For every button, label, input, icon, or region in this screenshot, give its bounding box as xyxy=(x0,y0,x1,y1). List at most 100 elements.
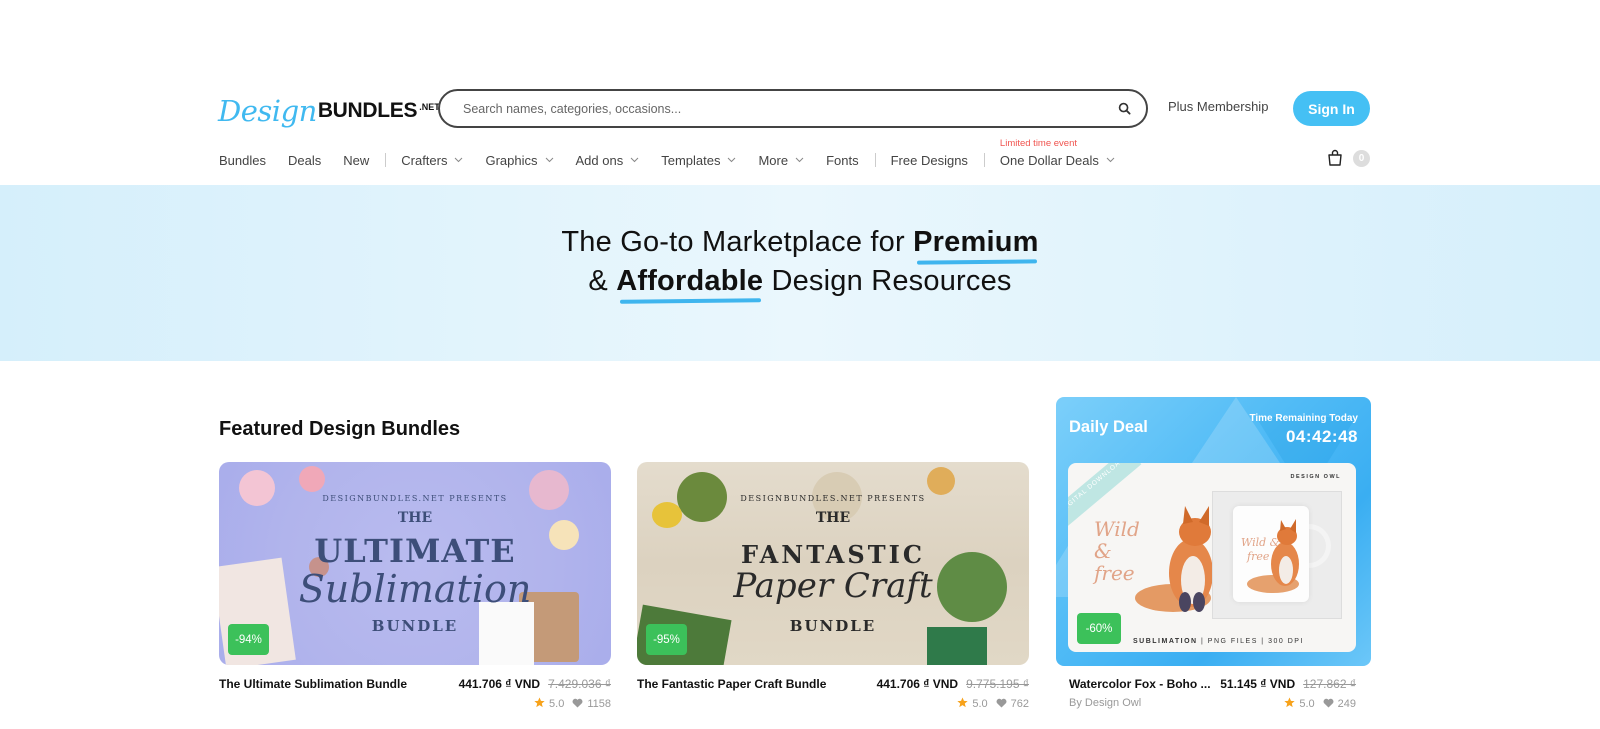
nav-divider xyxy=(983,153,985,167)
star-icon xyxy=(957,697,968,711)
hero-highlight-premium: Premium xyxy=(913,226,1039,258)
discount-badge: -94% xyxy=(228,624,269,655)
likes-count: 762 xyxy=(1010,698,1029,710)
nav-item-templates[interactable]: Templates xyxy=(661,153,736,168)
heart-icon[interactable] xyxy=(996,698,1007,711)
mug-fox-illustration: Wild & free xyxy=(1241,519,1299,593)
nav-item-add-ons[interactable]: Add ons xyxy=(576,153,640,168)
daily-deal-label: Daily Deal xyxy=(1069,418,1148,436)
poster-presents: DESIGNBUNDLES.NET PRESENTS xyxy=(740,494,926,503)
nav-label: Add ons xyxy=(575,152,624,168)
current-price: 441.706 ₫ VND xyxy=(458,677,541,691)
logo[interactable]: Design BUNDLES .NET xyxy=(218,90,440,126)
logo-bundles: BUNDLES xyxy=(317,99,418,122)
chevron-down-icon xyxy=(1106,156,1115,165)
chevron-down-icon xyxy=(454,156,463,165)
original-price: 127.862 ₫ xyxy=(1303,677,1356,691)
bundle-price: 441.706 ₫ VND 7.429.036 ₫ xyxy=(459,677,611,691)
shopping-bag-icon[interactable] xyxy=(1326,149,1344,167)
chevron-down-icon xyxy=(727,156,736,165)
daily-deal-author[interactable]: By Design Owl xyxy=(1069,697,1141,709)
bundle-card[interactable]: DESIGNBUNDLES.NET PRESENTS THE FANTASTIC… xyxy=(637,462,1029,710)
rating-value: 5.0 xyxy=(549,698,565,710)
hero-text: & xyxy=(588,265,617,297)
hero-text: The Go-to Marketplace for xyxy=(561,226,914,258)
bundle-thumbnail[interactable]: DESIGNBUNDLES.NET PRESENTS THE ULTIMATE … xyxy=(219,462,611,665)
nav-label: Templates xyxy=(661,152,721,168)
svg-text:Wild &: Wild & xyxy=(1241,536,1280,549)
poster-big: ULTIMATE xyxy=(314,532,516,570)
poster-big: FANTASTIC xyxy=(741,540,925,569)
star-icon xyxy=(1284,697,1295,711)
hero-headline-line2: & Affordable Design Resources xyxy=(0,265,1600,298)
poster-presents: DESIGNBUNDLES.NET PRESENTS xyxy=(322,494,508,503)
nav-item-new[interactable]: New xyxy=(343,153,369,168)
hero-banner: The Go-to Marketplace for Premium & Affo… xyxy=(0,185,1600,361)
subtitle-rest: | PNG FILES | 300 DPI xyxy=(1197,638,1304,645)
bundle-card[interactable]: DESIGNBUNDLES.NET PRESENTS THE ULTIMATE … xyxy=(219,462,611,710)
product-subtitle: SUBLIMATION | PNG FILES | 300 DPI xyxy=(1133,638,1304,645)
bundle-title[interactable]: The Fantastic Paper Craft Bundle xyxy=(637,677,826,691)
nav-item-deals[interactable]: Deals xyxy=(288,153,321,168)
hero-highlight-affordable: Affordable xyxy=(616,265,764,297)
poster-bundle: BUNDLE xyxy=(789,617,877,635)
nav-item-graphics[interactable]: Graphics xyxy=(485,153,553,168)
daily-deal-panel[interactable]: Daily Deal Time Remaining Today 04:42:48… xyxy=(1056,397,1371,666)
likes-count: 1158 xyxy=(587,698,611,710)
nav-item-more[interactable]: More xyxy=(758,153,804,168)
bundle-price: 441.706 ₫ VND 9.775.195 ₫ xyxy=(877,677,1029,691)
bundle-title[interactable]: The Ultimate Sublimation Bundle xyxy=(219,677,407,691)
nav-label: Fonts xyxy=(826,152,859,168)
rating-value: 5.0 xyxy=(972,698,988,710)
cart-count-badge: 0 xyxy=(1353,150,1370,167)
poster-script: Paper Craft xyxy=(733,566,933,606)
star-icon xyxy=(534,697,545,711)
original-price: 7.429.036 ₫ xyxy=(548,677,611,691)
bundle-poster: DESIGNBUNDLES.NET PRESENTS THE ULTIMATE … xyxy=(219,462,611,665)
rating-value: 5.0 xyxy=(1299,698,1315,710)
search-icon[interactable] xyxy=(1116,101,1132,117)
nav-divider xyxy=(385,153,387,167)
nav-label: Deals xyxy=(287,152,322,168)
poster-the: THE xyxy=(397,510,433,526)
bundle-thumbnail[interactable]: DESIGNBUNDLES.NET PRESENTS THE FANTASTIC… xyxy=(637,462,1029,665)
heart-icon[interactable] xyxy=(572,698,583,711)
plus-membership-link[interactable]: Plus Membership xyxy=(1168,99,1268,114)
heart-icon[interactable] xyxy=(1323,698,1334,711)
original-price: 9.775.195 ₫ xyxy=(966,677,1029,691)
nav-label: More xyxy=(758,152,789,168)
mug-body: Wild & free xyxy=(1233,506,1309,602)
hero-text: Design Resources xyxy=(763,265,1012,297)
daily-deal-image[interactable]: DIGITAL DOWNLOAD DESIGN OWL Wild & free xyxy=(1068,463,1356,652)
nav-label: Crafters xyxy=(401,152,448,168)
logo-design: Design xyxy=(218,94,317,128)
main-nav: Bundles Deals New Crafters Graphics Add … xyxy=(219,138,1137,170)
daily-deal-price: 51.145 ₫ VND 127.862 ₫ xyxy=(1220,677,1356,691)
poster-script: Sublimation xyxy=(298,567,532,611)
nav-item-one-dollar-deals[interactable]: Limited time event One Dollar Deals xyxy=(1000,138,1115,168)
nav-divider xyxy=(874,153,876,167)
bundle-stats: 5.0 762 xyxy=(957,697,1029,711)
sign-in-button[interactable]: Sign In xyxy=(1293,91,1370,126)
daily-deal-stats: 5.0 249 xyxy=(1284,697,1356,711)
mug-mockup: Wild & free xyxy=(1212,491,1342,619)
chevron-down-icon xyxy=(630,156,639,165)
search-bar xyxy=(438,89,1148,128)
nav-item-free-designs[interactable]: Free Designs xyxy=(891,153,968,168)
nav-item-bundles[interactable]: Bundles xyxy=(219,153,266,168)
current-price: 51.145 ₫ VND xyxy=(1220,677,1296,691)
limited-time-tag: Limited time event xyxy=(999,137,1078,149)
bundle-poster: DESIGNBUNDLES.NET PRESENTS THE FANTASTIC… xyxy=(637,462,1029,665)
discount-badge: -95% xyxy=(646,624,687,655)
nav-item-fonts[interactable]: Fonts xyxy=(826,153,859,168)
logo-net: .NET xyxy=(419,102,440,112)
site-header: Design BUNDLES .NET Plus Membership Sign… xyxy=(0,0,1600,185)
brand-mark: DESIGN OWL xyxy=(1290,474,1341,480)
nav-label: New xyxy=(343,152,370,168)
daily-deal-title[interactable]: Watercolor Fox - Boho ... xyxy=(1069,677,1211,691)
discount-badge: -60% xyxy=(1077,613,1121,644)
nav-item-crafters[interactable]: Crafters xyxy=(401,153,463,168)
search-input[interactable] xyxy=(463,101,1116,116)
subtitle-bold: SUBLIMATION xyxy=(1133,638,1198,645)
current-price: 441.706 ₫ VND xyxy=(876,677,959,691)
